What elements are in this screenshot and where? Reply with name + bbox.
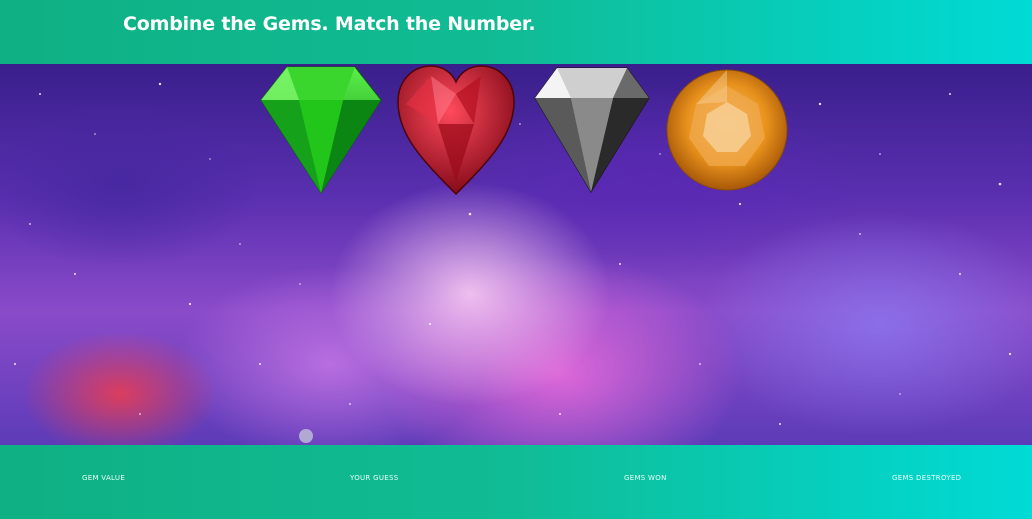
page-title: Combine the Gems. Match the Number. xyxy=(123,13,536,35)
emerald-gem[interactable] xyxy=(259,64,383,194)
header-bar: Combine the Gems. Match the Number. xyxy=(0,0,1032,64)
gem-value-label: GEM VALUE xyxy=(82,474,126,482)
space-background xyxy=(0,64,1032,445)
gems-destroyed-label: GEMS DESTROYED xyxy=(892,474,962,482)
ruby-heart-gem[interactable] xyxy=(396,64,516,196)
topaz-gem[interactable] xyxy=(665,64,789,198)
starfield xyxy=(14,82,1012,443)
your-guess-label: YOUR GUESS xyxy=(350,474,399,482)
diamond-gem[interactable] xyxy=(533,64,651,194)
gems-won-label: GEMS WON xyxy=(624,474,667,482)
stats-bar: GEM VALUE YOUR GUESS GEMS WON GEMS DESTR… xyxy=(0,445,1032,519)
